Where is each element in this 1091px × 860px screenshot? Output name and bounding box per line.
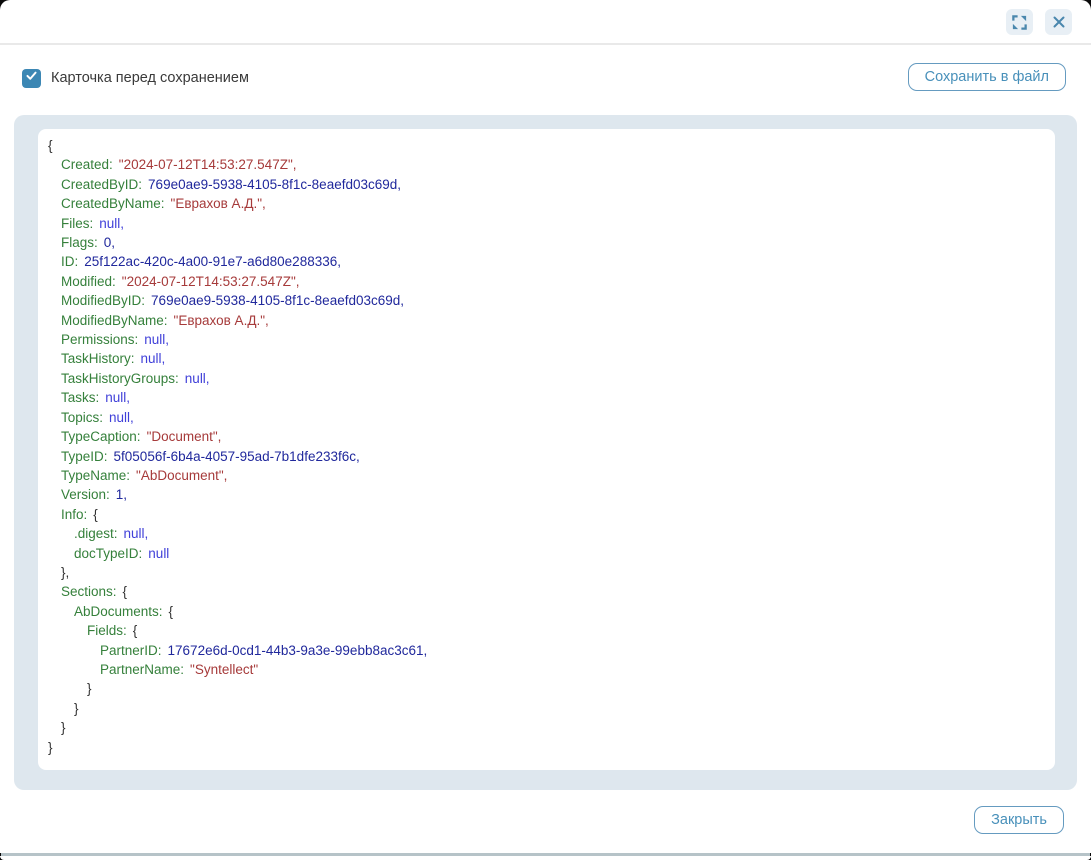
dialog-header xyxy=(0,0,1091,45)
json-panel: {Created:"2024-07-12T14:53:27.547Z",Crea… xyxy=(14,115,1077,790)
code-line: ModifiedByID:769e0ae9-5938-4105-8f1c-8ea… xyxy=(48,291,1043,310)
code-line: docTypeID:null xyxy=(48,544,1043,563)
card-preview-checkbox[interactable] xyxy=(22,69,41,88)
checkmark-icon xyxy=(25,69,38,87)
code-line: CreatedByID:769e0ae9-5938-4105-8f1c-8eae… xyxy=(48,175,1043,194)
code-line: CreatedByName:"Еврахов А.Д.", xyxy=(48,194,1043,213)
fullscreen-icon xyxy=(1011,14,1028,31)
code-line: TaskHistory:null, xyxy=(48,349,1043,368)
code-line: } xyxy=(48,718,1043,737)
card-preview-checkbox-label: Карточка перед сохранением xyxy=(51,70,249,86)
code-line: Info:{ xyxy=(48,505,1043,524)
code-line: TypeName:"AbDocument", xyxy=(48,466,1043,485)
code-line: ModifiedByName:"Еврахов А.Д.", xyxy=(48,311,1043,330)
code-line: Version:1, xyxy=(48,485,1043,504)
code-line: ID:25f122ac-420c-4a00-91e7-a6d80e288336, xyxy=(48,252,1043,271)
card-preview-checkbox-row[interactable]: Карточка перед сохранением xyxy=(22,66,249,90)
code-line: Flags:0, xyxy=(48,233,1043,252)
code-line: } xyxy=(48,679,1043,698)
code-line: Sections:{ xyxy=(48,582,1043,601)
code-line: { xyxy=(48,136,1043,155)
code-line: Created:"2024-07-12T14:53:27.547Z", xyxy=(48,155,1043,174)
code-line: PartnerID:17672e6d-0cd1-44b3-9a3e-99ebb8… xyxy=(48,641,1043,660)
close-dialog-button[interactable] xyxy=(1045,9,1072,35)
bottom-under-bar xyxy=(0,856,1091,860)
save-to-file-button[interactable]: Сохранить в файл xyxy=(908,63,1066,91)
code-line: PartnerName:"Syntellect" xyxy=(48,660,1043,679)
code-line: TypeCaption:"Document", xyxy=(48,427,1043,446)
code-line: Files:null, xyxy=(48,214,1043,233)
code-line: Topics:null, xyxy=(48,408,1043,427)
code-line: AbDocuments:{ xyxy=(48,602,1043,621)
code-line: Modified:"2024-07-12T14:53:27.547Z", xyxy=(48,272,1043,291)
close-icon xyxy=(1052,15,1066,29)
code-line: Tasks:null, xyxy=(48,388,1043,407)
fullscreen-button[interactable] xyxy=(1006,9,1033,35)
code-line: } xyxy=(48,699,1043,718)
code-line: .digest:null, xyxy=(48,524,1043,543)
code-line: } xyxy=(48,738,1043,757)
card-preview-dialog: Карточка перед сохранением Сохранить в ф… xyxy=(0,0,1091,853)
code-line: TaskHistoryGroups:null, xyxy=(48,369,1043,388)
code-line: Fields:{ xyxy=(48,621,1043,640)
close-button[interactable]: Закрыть xyxy=(974,806,1064,834)
code-line: TypeID:5f05056f-6b4a-4057-95ad-7b1dfe233… xyxy=(48,447,1043,466)
code-line: }, xyxy=(48,563,1043,582)
code-line: Permissions:null, xyxy=(48,330,1043,349)
json-code: {Created:"2024-07-12T14:53:27.547Z",Crea… xyxy=(38,129,1055,770)
